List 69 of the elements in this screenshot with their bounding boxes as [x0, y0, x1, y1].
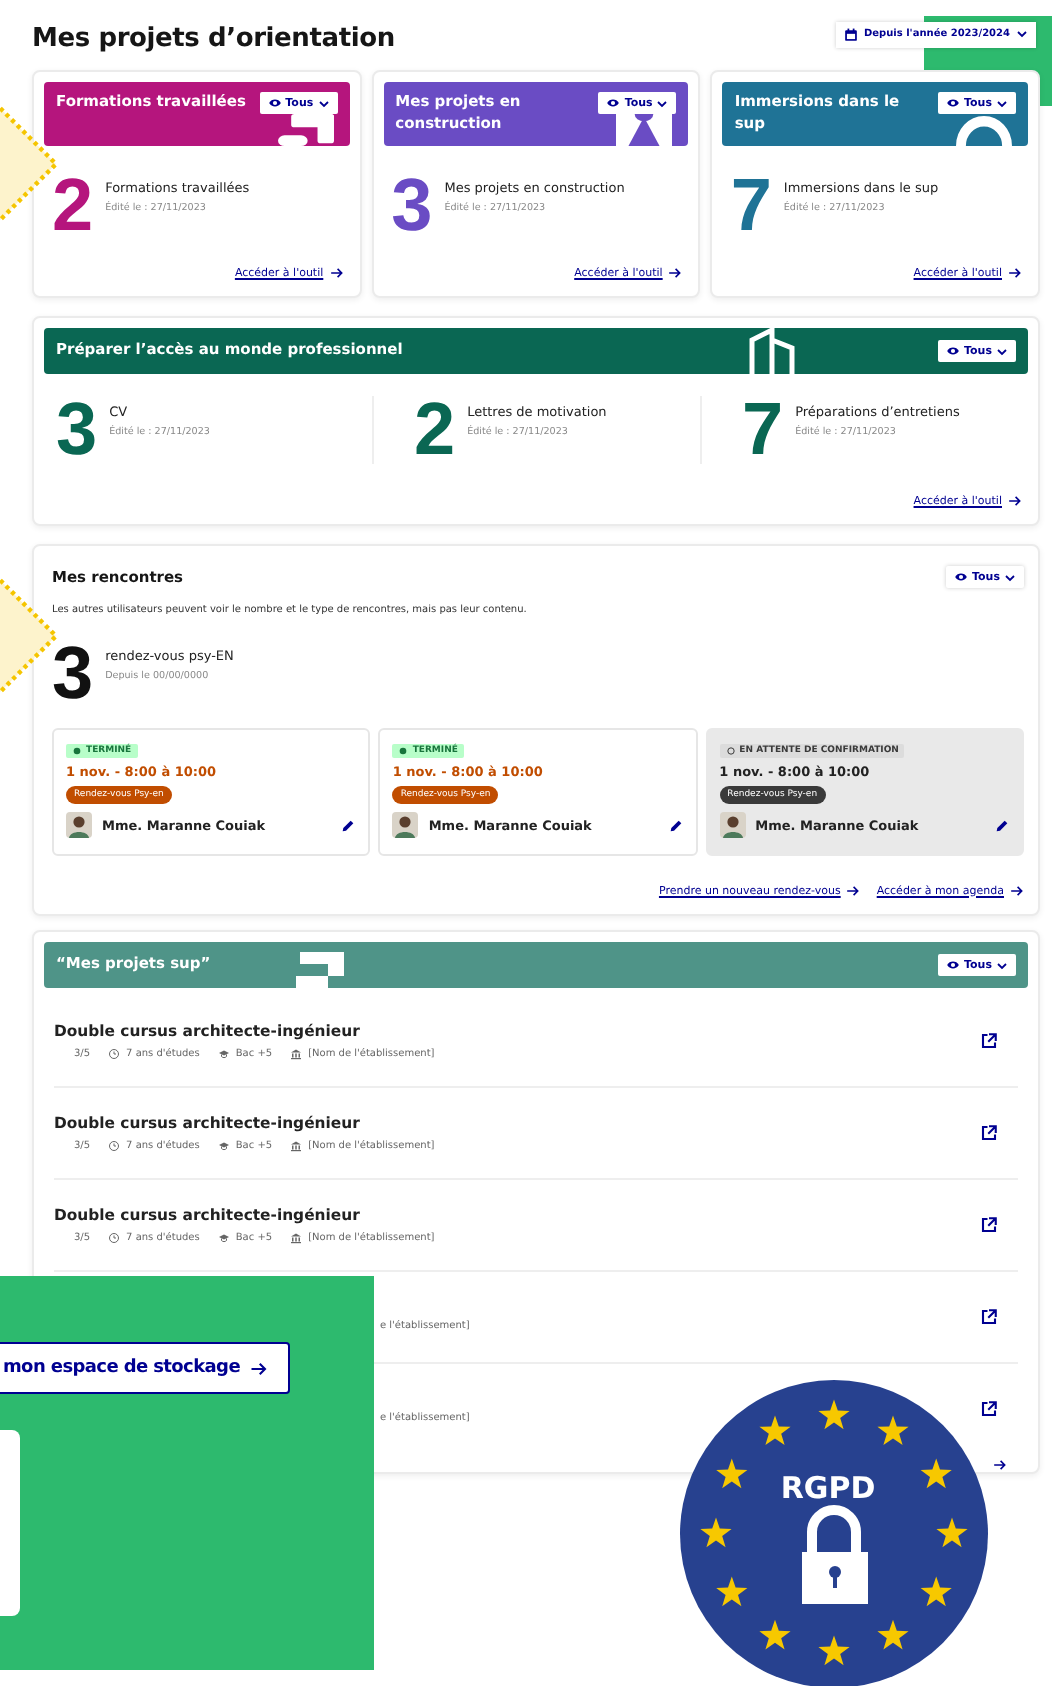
external-link-icon — [980, 1124, 998, 1142]
building-icon — [746, 328, 798, 374]
clock-icon — [108, 1140, 121, 1152]
building-icon — [290, 1140, 303, 1152]
caret-icon — [317, 97, 330, 109]
clock-icon — [108, 1048, 121, 1060]
eye-icon — [267, 96, 282, 110]
caret-icon — [996, 345, 1008, 357]
arrow-icon — [329, 266, 344, 280]
external-link-button[interactable] — [980, 1032, 998, 1050]
count-number: 3 — [391, 176, 433, 236]
calendar-icon — [843, 27, 858, 41]
external-link-icon — [980, 1216, 998, 1234]
avatar-icon — [719, 812, 746, 838]
external-link-button[interactable] — [980, 1308, 998, 1326]
arrow-icon — [846, 884, 861, 898]
count-number: 7 — [730, 176, 772, 236]
ornament-drawing — [292, 948, 348, 988]
arrow-icon — [1010, 884, 1024, 898]
pencil-icon — [340, 817, 357, 833]
arrow-icon — [250, 1359, 268, 1377]
caret-icon — [1004, 571, 1016, 583]
external-link-button[interactable] — [980, 1400, 998, 1418]
count-number: 3 — [56, 400, 98, 460]
external-link-button[interactable] — [980, 1124, 998, 1142]
building-icon — [290, 1232, 303, 1244]
building-icon — [290, 1048, 303, 1060]
arrow-icon — [1008, 266, 1022, 280]
link-arrow-icon[interactable] — [992, 1458, 1008, 1472]
arrow-icon — [668, 266, 683, 280]
clock-icon — [108, 1232, 121, 1244]
dot-icon — [398, 746, 409, 756]
storage-button[interactable]: mon espace de stockage — [0, 1342, 290, 1394]
dot-icon — [72, 746, 82, 756]
eye-icon — [946, 344, 960, 358]
eye-icon — [946, 958, 960, 972]
avatar-icon — [66, 812, 92, 838]
caret-icon — [996, 959, 1008, 971]
external-link-button[interactable] — [980, 1216, 998, 1234]
count-number: 3 — [52, 644, 94, 704]
edit-button[interactable] — [667, 817, 684, 833]
arrow-icon — [992, 1458, 1008, 1472]
page-title: Mes projets d’orientation — [32, 23, 395, 53]
ornament-drawing — [956, 116, 1012, 146]
count-number: 2 — [414, 400, 456, 460]
arrow-icon — [1008, 494, 1022, 508]
graduation-cap-icon — [217, 1048, 230, 1060]
badge-label: RGPD — [780, 1470, 876, 1506]
graduation-cap-icon — [217, 1232, 230, 1244]
external-link-icon — [980, 1032, 998, 1050]
eye-icon — [946, 96, 960, 110]
edit-button[interactable] — [340, 817, 357, 833]
ornament-drawing — [277, 114, 334, 146]
graduation-cap-icon — [217, 1140, 230, 1152]
eye-icon — [954, 570, 968, 584]
count-number: 2 — [52, 176, 94, 236]
eye-icon — [606, 96, 621, 110]
edit-button[interactable] — [993, 817, 1010, 833]
caret-icon — [1016, 28, 1028, 40]
external-link-icon — [980, 1400, 998, 1418]
pencil-icon — [667, 817, 684, 833]
avatar-icon — [392, 812, 419, 838]
pencil-icon — [993, 817, 1010, 833]
count-number: 7 — [742, 400, 784, 460]
caret-icon — [656, 97, 669, 109]
circle-icon — [725, 746, 736, 756]
caret-icon — [996, 97, 1008, 109]
external-link-icon — [980, 1308, 998, 1326]
lock-icon — [802, 1505, 868, 1604]
